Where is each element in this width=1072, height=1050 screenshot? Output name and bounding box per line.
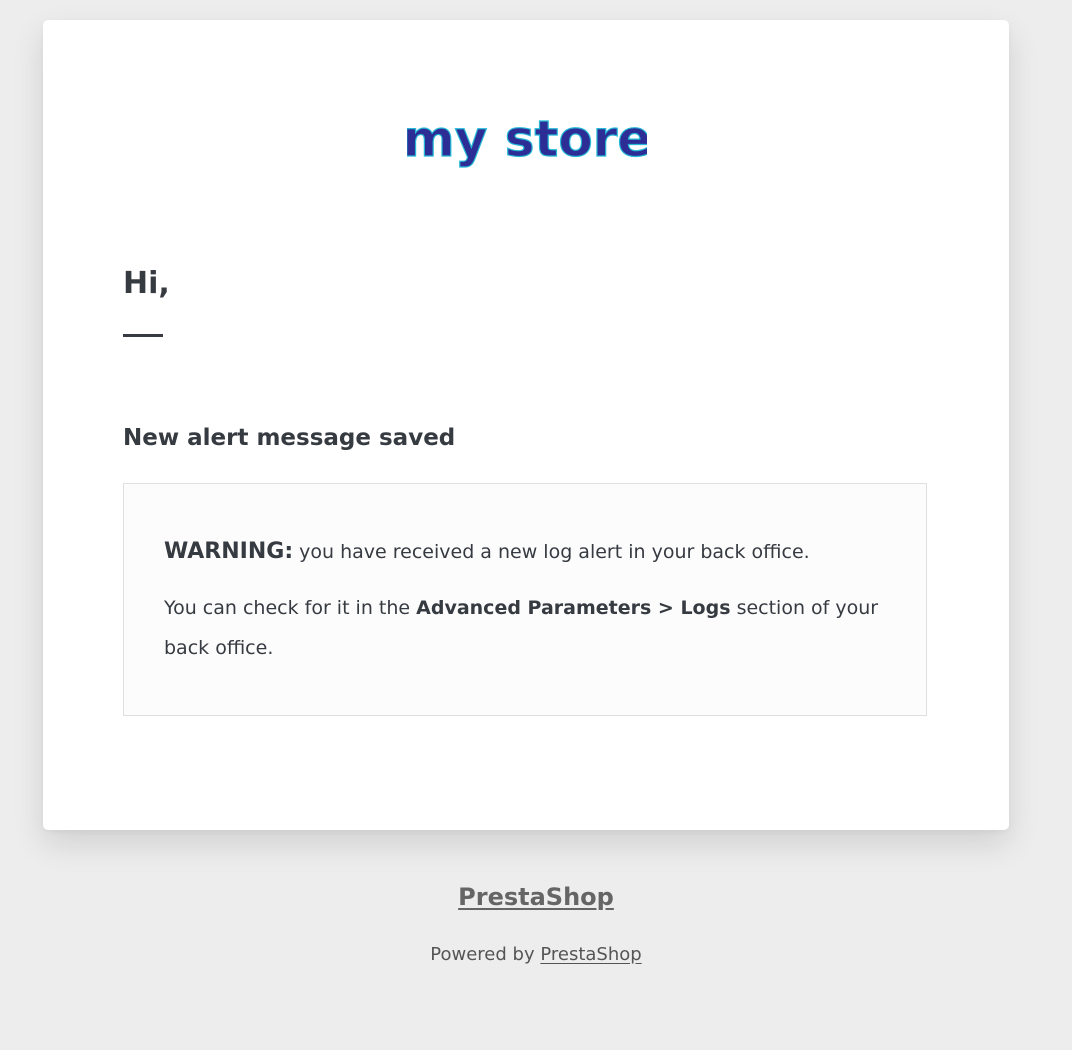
- footer-brand: PrestaShop: [0, 880, 1072, 914]
- alert-message-box: WARNING: you have received a new log ale…: [123, 483, 927, 716]
- prestashop-link[interactable]: PrestaShop: [458, 883, 614, 911]
- logs-path: Advanced Parameters > Logs: [416, 597, 731, 619]
- powered-by: Powered by PrestaShop: [0, 942, 1072, 968]
- greeting-heading: Hi,: [123, 266, 170, 301]
- alert-subtitle: New alert message saved: [123, 425, 456, 451]
- warning-paragraph: WARNING: you have received a new log ale…: [164, 532, 894, 572]
- check-paragraph: You can check for it in the Advanced Par…: [164, 588, 894, 668]
- email-card: my store Hi, New alert message saved WAR…: [43, 20, 1009, 830]
- check-prefix: You can check for it in the: [164, 597, 417, 619]
- heading-divider: [123, 334, 163, 337]
- alert-message-content: WARNING: you have received a new log ale…: [164, 532, 894, 668]
- warning-label: WARNING:: [164, 539, 294, 564]
- powered-by-label: Powered by: [430, 944, 541, 965]
- my-store-logo: my store: [407, 109, 647, 168]
- logo-text: my store: [407, 110, 647, 168]
- powered-by-prestashop-link[interactable]: PrestaShop: [540, 944, 641, 965]
- warning-text: you have received a new log alert in you…: [293, 541, 810, 563]
